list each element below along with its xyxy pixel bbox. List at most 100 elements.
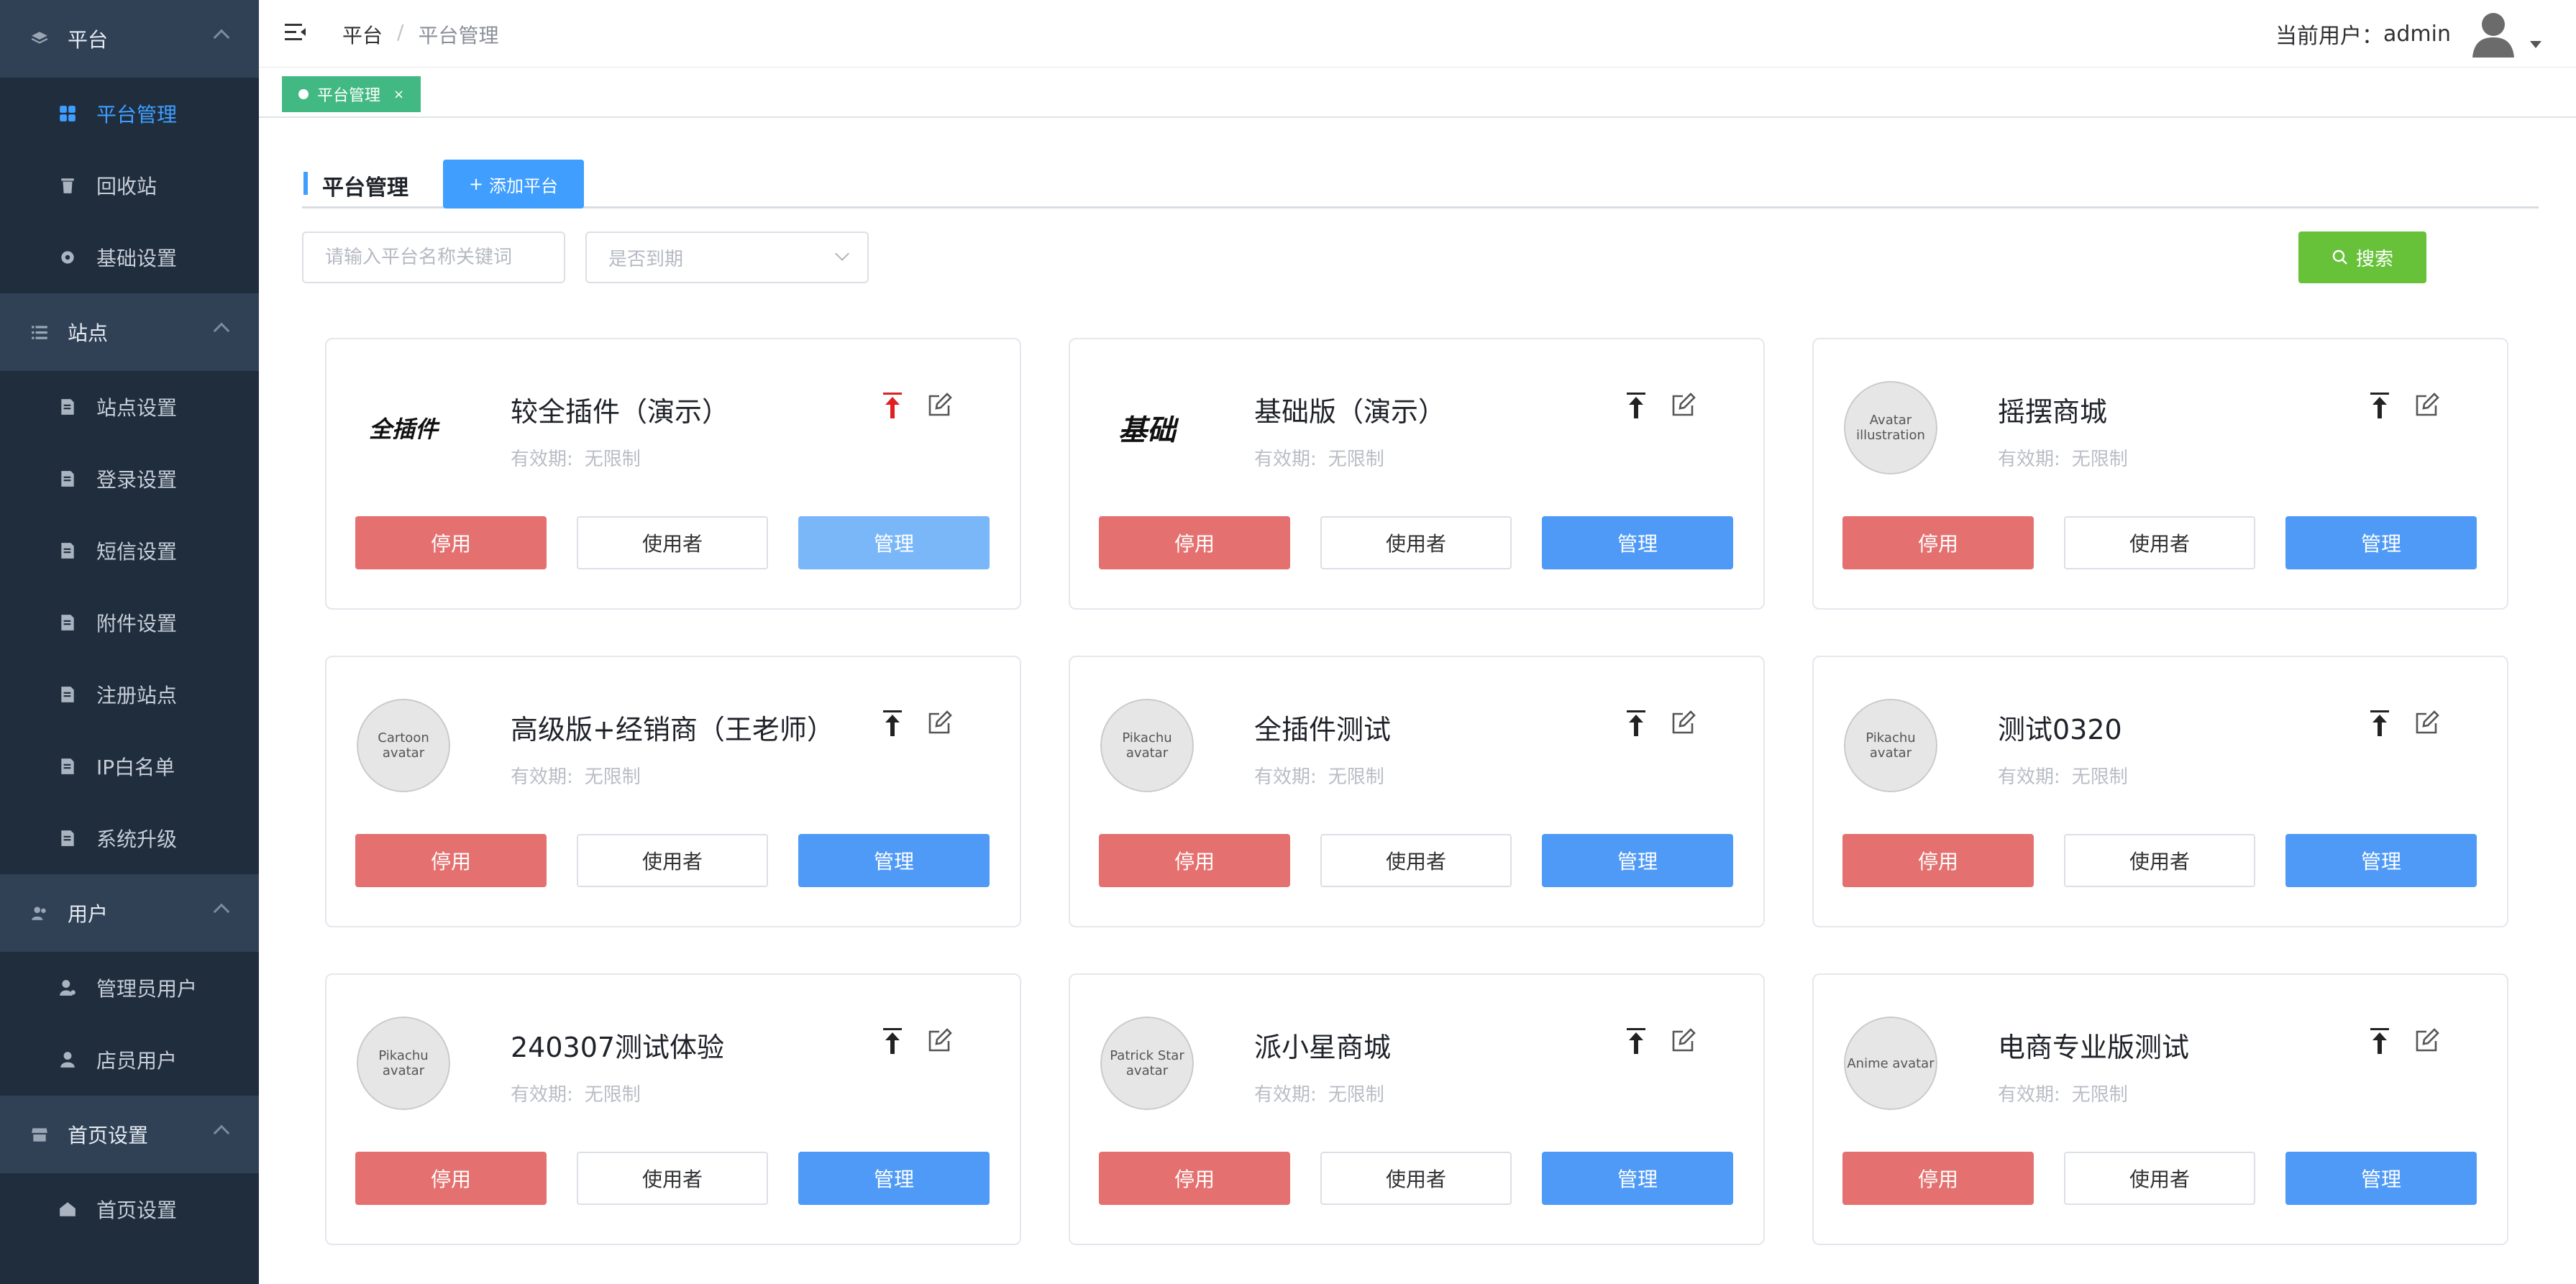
sidebar-item-1-6[interactable]: 系统升级 (0, 802, 259, 874)
edit-icon[interactable] (1670, 393, 1696, 418)
users-button[interactable]: 使用者 (1320, 516, 1512, 569)
clerk-user-icon (58, 1050, 78, 1070)
expire-select-placeholder: 是否到期 (608, 248, 684, 270)
platform-search-input[interactable] (302, 231, 565, 283)
sidebar-item-1-0[interactable]: 站点设置 (0, 371, 259, 443)
user-menu[interactable]: 当前用户： admin (2275, 7, 2541, 60)
breadcrumb-item-platform[interactable]: 平台 (342, 20, 383, 49)
pin-to-top-icon[interactable] (1624, 391, 1648, 420)
sidebar-group-3[interactable]: 首页设置 (0, 1096, 259, 1173)
platform-name: 测试0320 (1998, 714, 2122, 746)
users-button[interactable]: 使用者 (2064, 516, 2255, 569)
search-button[interactable]: 搜索 (2298, 231, 2426, 283)
platform-card-grid: 全插件 较全插件（演示） 有效期: 无限制 停用 使用者 管理 基础 基础版（演示） 有效期: 无限… (325, 338, 2511, 1245)
edit-icon[interactable] (926, 393, 952, 418)
edit-icon[interactable] (2413, 393, 2439, 418)
users-button[interactable]: 使用者 (1320, 1152, 1512, 1205)
disable-button[interactable]: 停用 (355, 834, 547, 887)
disable-button[interactable]: 停用 (1099, 1152, 1290, 1205)
sidebar-item-label: 登录设置 (96, 468, 178, 492)
tag-active-dot-icon (298, 89, 309, 99)
pin-to-top-icon[interactable] (1624, 709, 1648, 738)
platform-name: 全插件测试 (1254, 714, 1392, 746)
add-platform-label: 添加平台 (489, 175, 559, 196)
manage-button[interactable]: 管理 (1542, 516, 1733, 569)
sidebar-item-1-4[interactable]: 注册站点 (0, 659, 259, 730)
sidebar-item-label: 首页设置 (96, 1198, 178, 1222)
platform-validity: 有效期: 无限制 (511, 444, 641, 471)
sidebar-item-0-1[interactable]: 回收站 (0, 150, 259, 221)
validity-value: 无限制 (584, 449, 641, 470)
validity-value: 无限制 (1328, 766, 1384, 788)
manage-button[interactable]: 管理 (1542, 834, 1733, 887)
disable-button[interactable]: 停用 (1842, 1152, 2034, 1205)
current-user-label: 当前用户： (2275, 24, 2383, 49)
manage-button[interactable]: 管理 (798, 1152, 990, 1205)
disable-button[interactable]: 停用 (1842, 516, 2034, 569)
disable-button[interactable]: 停用 (1099, 516, 1290, 569)
sidebar-group-1[interactable]: 站点 (0, 293, 259, 371)
sidebar-item-1-3[interactable]: 附件设置 (0, 587, 259, 659)
breadcrumb: 平台 / 平台管理 (342, 20, 498, 49)
platform-validity: 有效期: 无限制 (511, 1080, 641, 1106)
pin-to-top-icon[interactable] (2367, 1027, 2392, 1055)
sidebar-item-0-2[interactable]: 基础设置 (0, 221, 259, 293)
manage-button[interactable]: 管理 (798, 516, 990, 569)
sidebar-group-0[interactable]: 平台 (0, 0, 259, 78)
hamburger-icon[interactable] (283, 20, 308, 45)
disable-button[interactable]: 停用 (355, 516, 547, 569)
platform-card: Avatar illustration 摇摆商城 有效期: 无限制 停用 使用者 管理 (1812, 338, 2508, 610)
manage-button[interactable]: 管理 (2285, 834, 2477, 887)
pin-to-top-icon[interactable] (880, 391, 905, 420)
edit-icon[interactable] (1670, 1028, 1696, 1054)
disable-button[interactable]: 停用 (355, 1152, 547, 1205)
users-button[interactable]: 使用者 (577, 1152, 768, 1205)
sidebar-item-1-5[interactable]: IP白名单 (0, 730, 259, 802)
sidebar-item-0-0[interactable]: 平台管理 (0, 78, 259, 150)
top-header: 平台 / 平台管理 当前用户： admin (259, 0, 2576, 68)
sidebar-item-3-0[interactable]: 首页设置 (0, 1173, 259, 1245)
platform-logo-wordmark: 全插件 (368, 416, 438, 443)
validity-value: 无限制 (584, 766, 641, 788)
pin-to-top-icon[interactable] (2367, 391, 2392, 420)
sidebar-group-label: 用户 (68, 902, 109, 926)
edit-icon[interactable] (926, 1028, 952, 1054)
pin-to-top-icon[interactable] (1624, 1027, 1648, 1055)
manage-button[interactable]: 管理 (2285, 1152, 2477, 1205)
edit-icon[interactable] (926, 710, 952, 736)
pin-to-top-icon[interactable] (880, 1027, 905, 1055)
chevron-down-icon[interactable] (2530, 41, 2541, 48)
manage-button[interactable]: 管理 (1542, 1152, 1733, 1205)
tag-close-icon[interactable]: × (393, 87, 404, 102)
tag-platform-management[interactable]: 平台管理 × (282, 76, 421, 112)
sidebar-item-1-2[interactable]: 短信设置 (0, 515, 259, 587)
platform-card: 基础 基础版（演示） 有效期: 无限制 停用 使用者 管理 (1069, 338, 1765, 610)
platform-card: 全插件 较全插件（演示） 有效期: 无限制 停用 使用者 管理 (325, 338, 1021, 610)
sidebar-item-2-1[interactable]: 店员用户 (0, 1024, 259, 1096)
edit-icon[interactable] (2413, 710, 2439, 736)
users-button[interactable]: 使用者 (2064, 834, 2255, 887)
manage-button[interactable]: 管理 (2285, 516, 2477, 569)
validity-value: 无限制 (584, 1084, 641, 1106)
sidebar-item-1-1[interactable]: 登录设置 (0, 443, 259, 515)
sidebar-item-2-0[interactable]: 管理员用户 (0, 952, 259, 1024)
pin-to-top-icon[interactable] (880, 709, 905, 738)
pin-to-top-icon[interactable] (2367, 709, 2392, 738)
breadcrumb-separator: / (397, 20, 404, 44)
expire-select[interactable]: 是否到期 (585, 231, 869, 283)
add-platform-button[interactable]: + 添加平台 (443, 160, 584, 208)
manage-button[interactable]: 管理 (798, 834, 990, 887)
disable-button[interactable]: 停用 (1842, 834, 2034, 887)
users-button[interactable]: 使用者 (577, 516, 768, 569)
grid-icon (58, 104, 78, 124)
user-avatar-icon[interactable] (2467, 7, 2520, 60)
disable-button[interactable]: 停用 (1099, 834, 1290, 887)
users-button[interactable]: 使用者 (2064, 1152, 2255, 1205)
platform-logo: 全插件 (357, 381, 450, 474)
edit-icon[interactable] (2413, 1028, 2439, 1054)
edit-icon[interactable] (1670, 710, 1696, 736)
users-button[interactable]: 使用者 (577, 834, 768, 887)
sidebar-group-2[interactable]: 用户 (0, 874, 259, 952)
sidebar-item-label: 注册站点 (96, 684, 178, 707)
users-button[interactable]: 使用者 (1320, 834, 1512, 887)
